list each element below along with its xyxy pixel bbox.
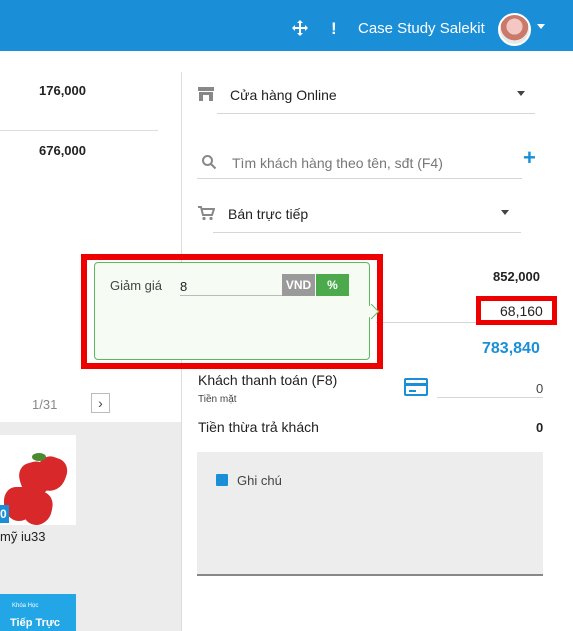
exclamation-icon[interactable]: !: [331, 20, 337, 37]
chevron-down-icon[interactable]: [517, 91, 525, 96]
divider: [437, 397, 543, 398]
product-card[interactable]: [0, 435, 76, 525]
paid-amount-input[interactable]: 0: [536, 381, 543, 396]
cart-line-amount: 676,000: [39, 143, 86, 158]
move-icon[interactable]: [291, 19, 309, 37]
top-bar: ! Case Study Salekit: [0, 0, 573, 51]
divider: [197, 178, 522, 179]
store-icon: [198, 87, 214, 101]
cart-icon: [198, 206, 215, 221]
chevron-down-icon[interactable]: [537, 24, 545, 29]
product-thumb-caption: Khóa Học: [12, 603, 39, 609]
discount-input[interactable]: [180, 277, 283, 296]
credit-card-icon[interactable]: [404, 378, 428, 396]
product-name: mỹ iu33: [0, 529, 46, 544]
discount-value[interactable]: 68,160: [500, 303, 543, 319]
product-thumb-title: Tiếp Trực: [10, 617, 60, 629]
page-indicator: 1/31: [32, 397, 58, 412]
cash-label: Tiền mặt: [198, 394, 237, 405]
total-due-value: 783,840: [482, 340, 540, 357]
next-page-button[interactable]: ›: [91, 393, 110, 413]
avatar[interactable]: [498, 13, 531, 46]
notes-textarea[interactable]: [197, 452, 543, 576]
divider: [213, 232, 521, 233]
channel-select[interactable]: Cửa hàng Online: [230, 87, 337, 103]
divider: [217, 113, 535, 114]
change-value: 0: [536, 420, 544, 435]
product-price-tag: 0: [0, 505, 9, 523]
subtotal-value: 852,000: [493, 269, 540, 284]
divider: [0, 130, 158, 131]
notes-label: Ghi chú: [237, 473, 282, 488]
percent-toggle-button[interactable]: %: [316, 274, 349, 296]
customer-search-input[interactable]: Tìm khách hàng theo tên, sđt (F4): [232, 155, 443, 171]
store-title[interactable]: Case Study Salekit: [358, 20, 485, 37]
add-customer-button[interactable]: +: [523, 147, 536, 169]
sale-type-select[interactable]: Bán trực tiếp: [228, 206, 308, 222]
customer-pays-label: Khách thanh toán (F8): [198, 372, 338, 388]
discount-label: Giảm giá: [110, 278, 163, 293]
note-icon: [216, 474, 228, 486]
change-label: Tiền thừa trả khách: [198, 419, 319, 435]
cart-line-amount: 176,000: [39, 83, 86, 98]
search-icon: [202, 155, 217, 170]
vnd-toggle-button[interactable]: VND: [282, 274, 315, 296]
chevron-down-icon[interactable]: [501, 210, 509, 215]
product-card[interactable]: Khóa Học Tiếp Trực: [0, 594, 76, 631]
